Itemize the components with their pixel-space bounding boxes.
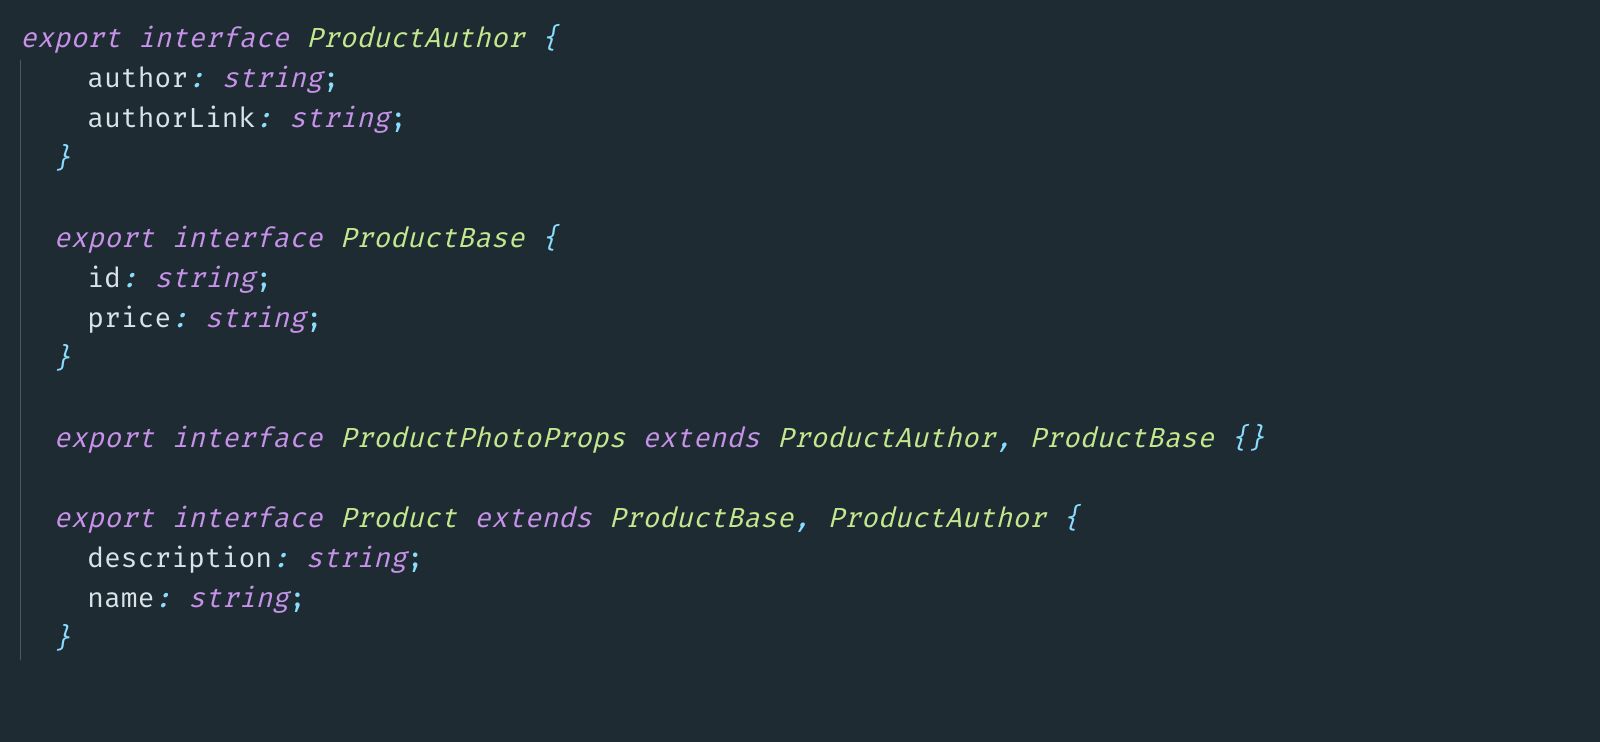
indent-guide: [20, 380, 21, 420]
type-ref: ProductBase: [1029, 423, 1214, 456]
code-line: }: [20, 343, 70, 376]
indent-guide: [20, 420, 21, 460]
indent-guide: [20, 60, 21, 100]
colon: :: [255, 103, 272, 136]
brace-open: {: [541, 223, 558, 256]
semicolon: ;: [323, 63, 340, 96]
code-line: export interface ProductPhotoProps exten…: [20, 423, 1265, 456]
code-line: author: string;: [20, 63, 340, 96]
code-line: description: string;: [20, 543, 424, 576]
code-line: export interface Product extends Product…: [20, 503, 1080, 536]
keyword-interface: interface: [171, 503, 322, 536]
indent-guide: [20, 260, 21, 300]
indent-guide: [20, 300, 21, 340]
indent-guide: [20, 460, 21, 500]
semicolon: ;: [390, 103, 407, 136]
colon: :: [155, 583, 172, 616]
brace-open: {: [541, 23, 558, 56]
keyword-extends: extends: [642, 423, 760, 456]
type-ref: ProductAuthor: [777, 423, 996, 456]
indent-guide: [20, 540, 21, 580]
code-line: authorLink: string;: [20, 103, 407, 136]
property-name: description: [87, 543, 272, 576]
colon: :: [188, 63, 205, 96]
semicolon: ;: [255, 263, 272, 296]
type-ref: string: [188, 583, 289, 616]
code-line: export interface ProductAuthor {: [20, 23, 558, 56]
property-name: price: [87, 303, 171, 336]
colon: :: [171, 303, 188, 336]
type-name: ProductBase: [340, 223, 525, 256]
keyword-export: export: [20, 23, 121, 56]
code-line: price: string;: [20, 303, 323, 336]
type-ref: string: [205, 303, 306, 336]
code-line: name: string;: [20, 583, 306, 616]
semicolon: ;: [407, 543, 424, 576]
type-name: ProductAuthor: [306, 23, 525, 56]
keyword-interface: interface: [171, 423, 322, 456]
colon: :: [121, 263, 138, 296]
colon: :: [272, 543, 289, 576]
type-name: Product: [340, 503, 458, 536]
code-line: export interface ProductBase {: [20, 223, 558, 256]
indent-guide: [20, 340, 21, 380]
type-ref: string: [306, 543, 407, 576]
semicolon: ;: [306, 303, 323, 336]
semicolon: ;: [289, 583, 306, 616]
type-ref: ProductBase: [609, 503, 794, 536]
comma: ,: [794, 503, 811, 536]
code-line: }: [20, 623, 70, 656]
code-line: }: [20, 143, 70, 176]
type-ref: ProductAuthor: [827, 503, 1046, 536]
brace-close: }: [54, 143, 71, 176]
brace-open: {: [1063, 503, 1080, 536]
property-name: id: [87, 263, 121, 296]
keyword-export: export: [54, 423, 155, 456]
keyword-extends: extends: [474, 503, 592, 536]
indent-guide: [20, 220, 21, 260]
property-name: name: [87, 583, 154, 616]
indent-guide: [20, 580, 21, 620]
indent-guide: [20, 140, 21, 180]
code-editor: export interface ProductAuthor { author:…: [0, 0, 1600, 660]
brace-close: }: [54, 343, 71, 376]
property-name: author: [87, 63, 188, 96]
type-ref: string: [222, 63, 323, 96]
keyword-export: export: [54, 223, 155, 256]
code-line: id: string;: [20, 263, 272, 296]
keyword-interface: interface: [171, 223, 322, 256]
comma: ,: [995, 423, 1012, 456]
keyword-interface: interface: [138, 23, 289, 56]
indent-guide: [20, 100, 21, 140]
type-name: ProductPhotoProps: [340, 423, 626, 456]
type-ref: string: [289, 103, 390, 136]
keyword-export: export: [54, 503, 155, 536]
property-name: authorLink: [87, 103, 255, 136]
type-ref: string: [155, 263, 256, 296]
brace-close: }: [54, 623, 71, 656]
indent-guide: [20, 180, 21, 220]
brace-pair: {}: [1231, 423, 1265, 456]
indent-guide: [20, 500, 21, 540]
indent-guide: [20, 620, 21, 660]
